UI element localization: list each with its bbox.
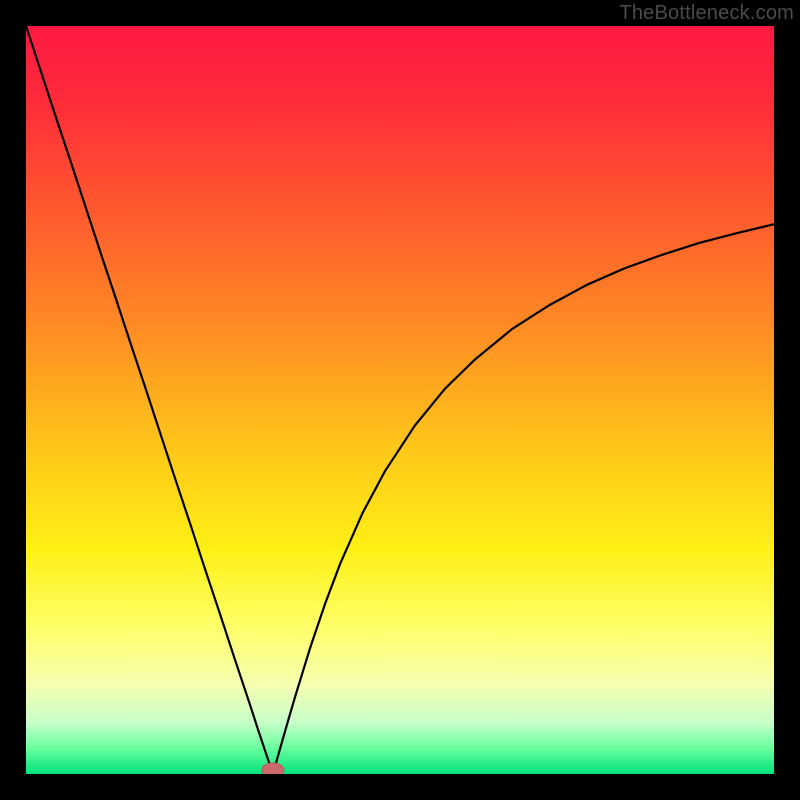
watermark-text: TheBottleneck.com [619, 2, 794, 25]
chart-frame [26, 26, 774, 774]
heat-background [26, 26, 774, 774]
minimum-marker [262, 763, 284, 774]
bottleneck-chart [26, 26, 774, 774]
